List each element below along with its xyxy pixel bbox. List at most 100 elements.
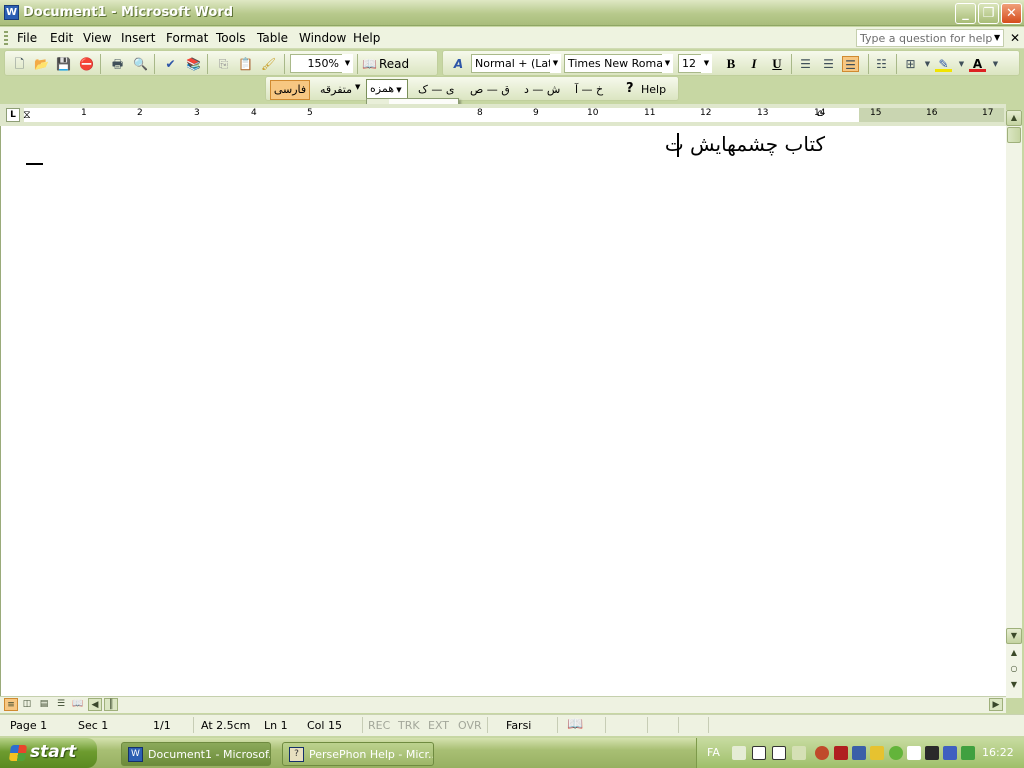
vertical-scrollbar[interactable] [1006, 110, 1022, 698]
zoom-combo[interactable]: 150% [290, 54, 343, 73]
vertical-scroll-thumb[interactable] [1007, 127, 1021, 143]
range-khe-alef-menu[interactable]: خ — آ [575, 83, 603, 96]
open-icon[interactable]: 📂 [33, 56, 50, 72]
keyboard-icon[interactable] [752, 746, 766, 760]
menu-help[interactable]: Help [353, 31, 380, 45]
app-tray-icon[interactable] [925, 746, 939, 760]
messenger-icon[interactable] [889, 746, 903, 760]
style-combo[interactable]: Normal + (Latin [471, 54, 557, 73]
read-icon[interactable]: 📖 [361, 56, 378, 72]
security-shield-icon[interactable] [870, 746, 884, 760]
align-center-icon[interactable]: ☰ [820, 56, 837, 72]
taskbar-word-document[interactable]: W Document1 - Microsof... [121, 742, 271, 766]
font-size-arrow-icon[interactable]: ▼ [701, 54, 712, 73]
browse-object-icon[interactable]: ○ [1006, 662, 1022, 678]
status-rec[interactable]: REC [368, 719, 390, 732]
copy-icon[interactable]: ⎘ [215, 56, 232, 72]
status-language[interactable]: Farsi [506, 719, 531, 732]
spelling-icon[interactable]: ✔ [162, 56, 179, 72]
word-app-icon[interactable]: W [4, 5, 19, 20]
help-tray-icon[interactable] [772, 746, 786, 760]
normal-view-icon[interactable]: ≡ [4, 698, 18, 711]
outline-view-icon[interactable]: ☰ [54, 698, 68, 711]
menu-file[interactable]: File [17, 31, 37, 45]
scroll-down-icon[interactable]: ▼ [1006, 628, 1022, 644]
align-right-icon[interactable]: ☰ [842, 56, 859, 72]
paste-icon[interactable]: 📋 [237, 56, 254, 72]
horizontal-scroll-thumb[interactable]: ║ [104, 698, 118, 711]
bold-button[interactable]: B [721, 55, 741, 73]
pen-icon[interactable] [732, 746, 746, 760]
hamza-menu[interactable]: همزه ▼ [366, 79, 408, 99]
clock[interactable]: 16:22 [982, 746, 1014, 759]
farsi-button[interactable]: فارسی [270, 80, 310, 100]
volume-icon[interactable] [961, 746, 975, 760]
border-arrow-icon[interactable]: ▼ [919, 56, 936, 72]
read-button[interactable]: Read [379, 57, 409, 71]
menu-tools[interactable]: Tools [216, 31, 246, 45]
menu-table[interactable]: Table [257, 31, 288, 45]
previous-page-icon[interactable]: ▲ [1006, 646, 1022, 662]
range-qaf-sad-menu[interactable]: ق — ص [470, 83, 510, 96]
minimize-button[interactable]: _ [955, 3, 976, 24]
help-icon[interactable]: ? [626, 81, 634, 96]
zoom-arrow-icon[interactable]: ▼ [342, 54, 353, 73]
restore-button[interactable]: ❐ [978, 3, 999, 24]
cloud-icon[interactable] [907, 746, 921, 760]
new-document-icon[interactable]: 🗋 [11, 56, 28, 72]
menu-edit[interactable]: Edit [50, 31, 73, 45]
ask-dropdown-arrow-icon[interactable]: ▼ [994, 33, 1000, 42]
highlight-icon[interactable]: ✎ [935, 56, 952, 72]
italic-button[interactable]: I [744, 55, 764, 73]
styles-pane-icon[interactable]: A [450, 56, 467, 72]
print-icon[interactable]: 🖶 [109, 56, 126, 72]
help-button[interactable]: Help [641, 83, 666, 96]
ask-question-input[interactable]: Type a question for help [856, 29, 1004, 47]
font-arrow-icon[interactable]: ▼ [662, 54, 673, 73]
grip-handle[interactable] [4, 31, 8, 45]
spelling-status-icon[interactable]: 📖 [567, 717, 583, 732]
font-color-icon[interactable]: A [969, 56, 986, 72]
menu-insert[interactable]: Insert [121, 31, 155, 45]
right-indent-marker[interactable]: ⌂ [817, 108, 823, 119]
print-preview-icon[interactable]: 🔍 [132, 56, 149, 72]
highlight-arrow-icon[interactable]: ▼ [953, 56, 970, 72]
style-arrow-icon[interactable]: ▼ [550, 54, 561, 73]
permission-icon[interactable]: ⛔ [78, 56, 95, 72]
underline-button[interactable]: U [767, 55, 787, 73]
range-ye-kaf-menu[interactable]: ی — ک [418, 83, 454, 96]
font-combo[interactable]: Times New Roman [564, 54, 670, 73]
format-painter-icon[interactable]: 🖌 [260, 56, 277, 72]
tray-options-icon[interactable] [792, 746, 806, 760]
connection-icon[interactable] [943, 746, 957, 760]
bullets-icon[interactable]: ☷ [873, 56, 890, 72]
show-hidden-icons-icon[interactable] [815, 746, 829, 760]
status-ovr[interactable]: OVR [458, 719, 482, 732]
scroll-up-icon[interactable]: ▲ [1006, 110, 1022, 126]
close-button[interactable]: ✕ [1001, 3, 1022, 24]
network-icon[interactable] [834, 746, 848, 760]
range-shin-dal-menu[interactable]: ش — د [524, 83, 560, 96]
reading-layout-icon[interactable]: 📖 [71, 698, 85, 711]
research-icon[interactable]: 📚 [185, 56, 202, 72]
document-area[interactable] [0, 126, 1006, 696]
input-language-indicator[interactable]: FA [707, 746, 720, 759]
tab-selector[interactable]: L [6, 108, 20, 122]
menu-window[interactable]: Window [299, 31, 346, 45]
misc-arrow-icon[interactable]: ▼ [355, 83, 360, 91]
status-ext[interactable]: EXT [428, 719, 449, 732]
print-layout-icon[interactable]: ▤ [37, 698, 51, 711]
misc-menu[interactable]: متفرقه [320, 83, 352, 96]
horizontal-ruler[interactable]: 1 2 3 4 5 8 9 10 11 12 13 14 15 16 17 ⧖ … [23, 108, 1004, 122]
first-line-indent-marker[interactable]: ⧖ [23, 108, 31, 122]
web-layout-icon[interactable]: ◫ [20, 698, 34, 711]
taskbar-persephon-help[interactable]: ? PersePhon Help - Micr... [282, 742, 434, 766]
scroll-left-icon[interactable]: ◀ [88, 698, 102, 711]
monitor-icon[interactable] [852, 746, 866, 760]
font-color-arrow-icon[interactable]: ▼ [987, 56, 1004, 72]
status-trk[interactable]: TRK [398, 719, 420, 732]
align-left-icon[interactable]: ☰ [797, 56, 814, 72]
menu-view[interactable]: View [83, 31, 111, 45]
save-icon[interactable]: 💾 [55, 56, 72, 72]
border-icon[interactable]: ⊞ [902, 56, 919, 72]
